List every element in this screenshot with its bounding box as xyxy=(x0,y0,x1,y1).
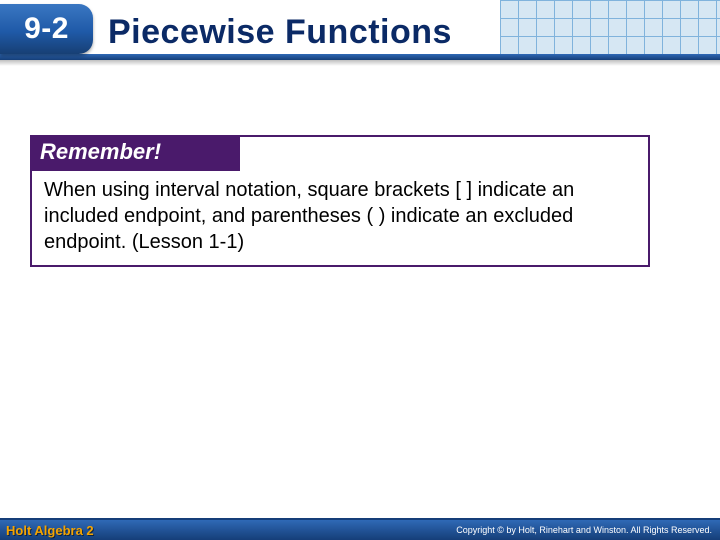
callout-label: Remember! xyxy=(30,135,240,171)
slide-footer: Holt Algebra 2 Copyright © by Holt, Rine… xyxy=(0,518,720,540)
footer-book-name: Holt Algebra 2 xyxy=(6,523,94,538)
copyright-text: Copyright © by Holt, Rinehart and Winsto… xyxy=(456,525,712,535)
section-number: 9-2 xyxy=(24,12,69,46)
header-shadow xyxy=(0,60,720,66)
slide-header: 9-2 Piecewise Functions xyxy=(0,0,720,72)
slide-title: Piecewise Functions xyxy=(108,13,452,52)
footer-copyright: Copyright © by Holt, Rinehart and Winsto… xyxy=(456,525,712,535)
callout-body: When using interval notation, square bra… xyxy=(32,171,648,265)
header-underline xyxy=(0,54,720,60)
section-number-badge: 9-2 xyxy=(0,4,93,54)
title-bar: Piecewise Functions xyxy=(0,8,720,56)
remember-callout: Remember! When using interval notation, … xyxy=(30,135,650,267)
